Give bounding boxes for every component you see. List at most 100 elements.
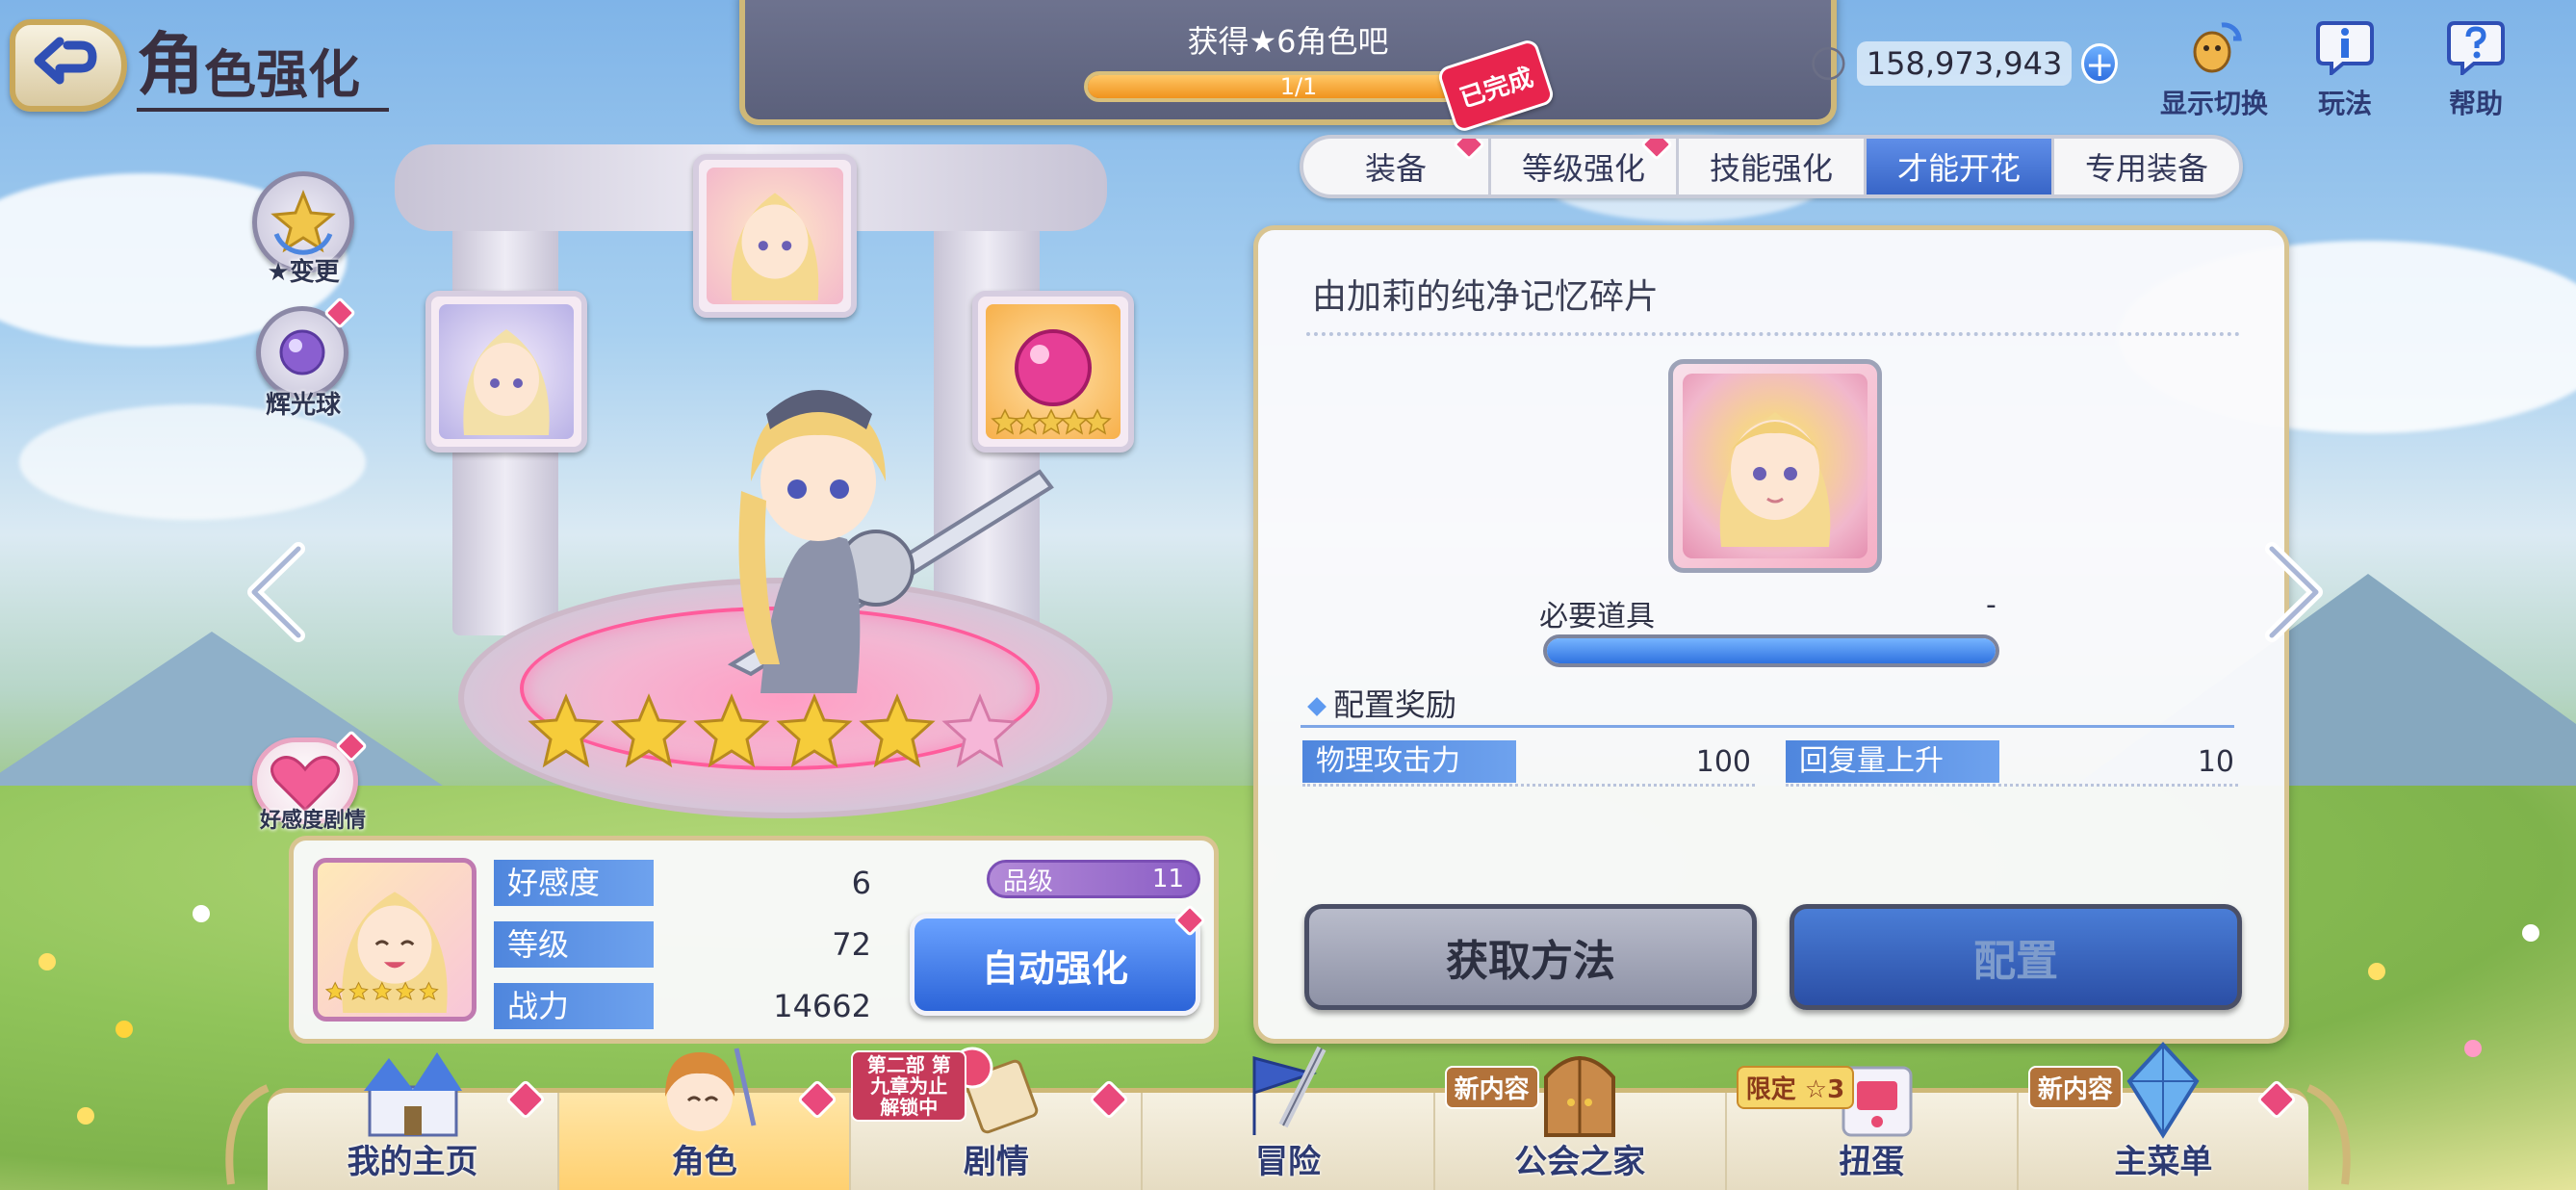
nav-adventure[interactable]: 冒险 (1143, 1046, 1435, 1190)
talent-panel: 由加莉的纯净记忆碎片 必要道具 - 配置奖励 物理攻击力 100 回复量上升 1… (1253, 225, 2289, 1044)
notification-badge-icon (1453, 139, 1485, 161)
gold-star-icon (859, 693, 936, 768)
nav-character[interactable]: 角色 (559, 1048, 852, 1190)
back-button[interactable] (10, 19, 127, 112)
memory-fragment-item[interactable] (1668, 359, 1882, 573)
nav-gacha-label: 扭蛋 (1839, 1143, 1905, 1181)
add-gold-button[interactable]: + (2081, 43, 2118, 85)
mission-text: 获得★6角色吧 (1187, 23, 1389, 60)
star-change-label: ★变更 (267, 258, 340, 287)
reward-heading: 配置奖励 (1307, 681, 1456, 725)
card-portrait (439, 304, 574, 439)
level-value: 72 (832, 926, 871, 963)
required-item-bar-fill (1547, 638, 1996, 663)
nav-character-label: 角色 (671, 1143, 737, 1181)
nav-ornament-right (2306, 1084, 2351, 1185)
gold-amount: 158,973,943 (1856, 41, 2073, 86)
gameplay-button[interactable]: 玩法 (2287, 19, 2403, 119)
notification-badge-icon (1173, 904, 1206, 937)
nav-adventure-label: 冒险 (1254, 1143, 1321, 1181)
power-label: 战力 (494, 983, 654, 1029)
previous-character-arrow-icon[interactable] (241, 539, 308, 645)
grade-value: 11 (1151, 865, 1184, 893)
display-switch-button[interactable]: 显示切换 (2156, 19, 2272, 119)
nav-gacha-tag: 限定 ☆3 (1736, 1066, 1855, 1109)
nav-guild-house-tag: 新内容 (1444, 1066, 1539, 1109)
grade-label: 品级 (1003, 867, 1054, 896)
page-title-rest: 色强化 (204, 43, 360, 105)
required-item-label: 必要道具 (1539, 600, 1655, 634)
pink-star-icon (941, 693, 1018, 768)
gameplay-label: 玩法 (2317, 88, 2372, 119)
nav-guild-house[interactable]: 新内容 公会之家 (1435, 1056, 1727, 1190)
required-item-bar (1543, 634, 1999, 667)
auto-enhance-label: 自动强化 (981, 946, 1128, 990)
tab-equipment[interactable]: 装备 (1303, 139, 1491, 194)
nav-main-menu[interactable]: 新内容 主菜单 (2019, 1042, 2308, 1190)
power-row: 战力 14662 (494, 983, 871, 1029)
reward-stat-value: 100 (1695, 744, 1751, 779)
card-portrait (707, 168, 843, 304)
character-portrait-icon (463, 329, 550, 435)
nav-home[interactable]: 我的主页 (268, 1052, 560, 1190)
tab-unique-equipment-label: 专用装备 (2084, 150, 2208, 187)
reward-stat-row: 回复量上升 10 (1786, 740, 2238, 787)
character-icon (664, 1048, 757, 1131)
level-label: 等级 (494, 921, 654, 968)
page-title-first-char: 角 (137, 24, 204, 104)
castle-icon (363, 1052, 462, 1137)
thumb-star-icon (324, 981, 346, 1000)
required-item-value: - (1986, 588, 1996, 622)
affection-label: 好感度 (494, 860, 654, 906)
nav-story[interactable]: 第二部 第九章为止 解锁中 剧情 (851, 1047, 1144, 1190)
tab-level-up[interactable]: 等级强化 (1491, 139, 1679, 194)
tab-equipment-label: 装备 (1364, 150, 1427, 187)
back-arrow-icon (34, 37, 97, 85)
display-switch-icon (2193, 22, 2242, 73)
level-row: 等级 72 (494, 921, 871, 968)
enhance-tabs: 装备 等级强化 技能强化 才能开花 专用装备 (1300, 135, 2243, 198)
reward-stat-row: 物理攻击力 100 (1302, 740, 1755, 787)
tab-skill[interactable]: 技能强化 (1679, 139, 1867, 194)
next-character-arrow-icon[interactable] (2262, 539, 2330, 645)
tab-unique-equipment[interactable]: 专用装备 (2054, 139, 2239, 194)
notification-badge-icon (1640, 139, 1673, 161)
glow-orb-icon (279, 329, 325, 375)
gold-star-icon (693, 693, 770, 768)
configure-button[interactable]: 配置 (1790, 904, 2242, 1010)
stat-row-dots (1786, 784, 2238, 787)
nav-main-menu-label: 主菜单 (2114, 1143, 2213, 1181)
stat-row-dots (1302, 784, 1755, 787)
help-button[interactable]: 帮助 (2418, 19, 2534, 119)
reward-stat-label: 物理攻击力 (1302, 740, 1516, 783)
nav-gacha[interactable]: 限定 ☆3 扭蛋 (1727, 1066, 2019, 1190)
reward-stat-label: 回复量上升 (1786, 740, 1999, 783)
divider (1306, 332, 2240, 336)
character-portrait-icon (1719, 412, 1831, 547)
affection-story-label: 好感度剧情 (259, 809, 366, 833)
gold-star-icon (776, 693, 853, 768)
help-label: 帮助 (2448, 88, 2503, 119)
gold-star-icon (610, 693, 687, 768)
nav-story-tag: 第二部 第九章为止 解锁中 (851, 1050, 967, 1122)
tab-talent-bloom[interactable]: 才能开花 (1867, 139, 2054, 194)
glow-orb-label: 辉光球 (265, 391, 341, 420)
character-card-top[interactable] (693, 154, 857, 318)
page-title: 角 色强化 (137, 24, 389, 112)
tab-level-up-label: 等级强化 (1521, 150, 1645, 187)
character-portrait-icon (324, 892, 448, 1013)
flag-sword-icon (1252, 1046, 1327, 1135)
obtain-method-button[interactable]: 获取方法 (1304, 904, 1757, 1010)
info-icon (2316, 21, 2374, 78)
character-card-left[interactable] (425, 291, 587, 453)
rarity-stars (528, 693, 1018, 770)
diamond-bullet-icon (1307, 697, 1327, 716)
nav-guild-house-label: 公会之家 (1514, 1143, 1646, 1181)
mission-banner[interactable]: 获得★6角色吧 1/1 已完成 (739, 0, 1837, 134)
power-value: 14662 (773, 988, 871, 1024)
auto-enhance-button[interactable]: 自动强化 (910, 904, 1206, 1016)
character-thumbnail[interactable] (313, 858, 477, 1022)
memory-fragment-portrait (1683, 374, 1868, 558)
character-info-box: 好感度 6 等级 72 战力 14662 品级 11 自动强化 (289, 836, 1219, 1044)
affection-row: 好感度 6 (494, 860, 871, 906)
